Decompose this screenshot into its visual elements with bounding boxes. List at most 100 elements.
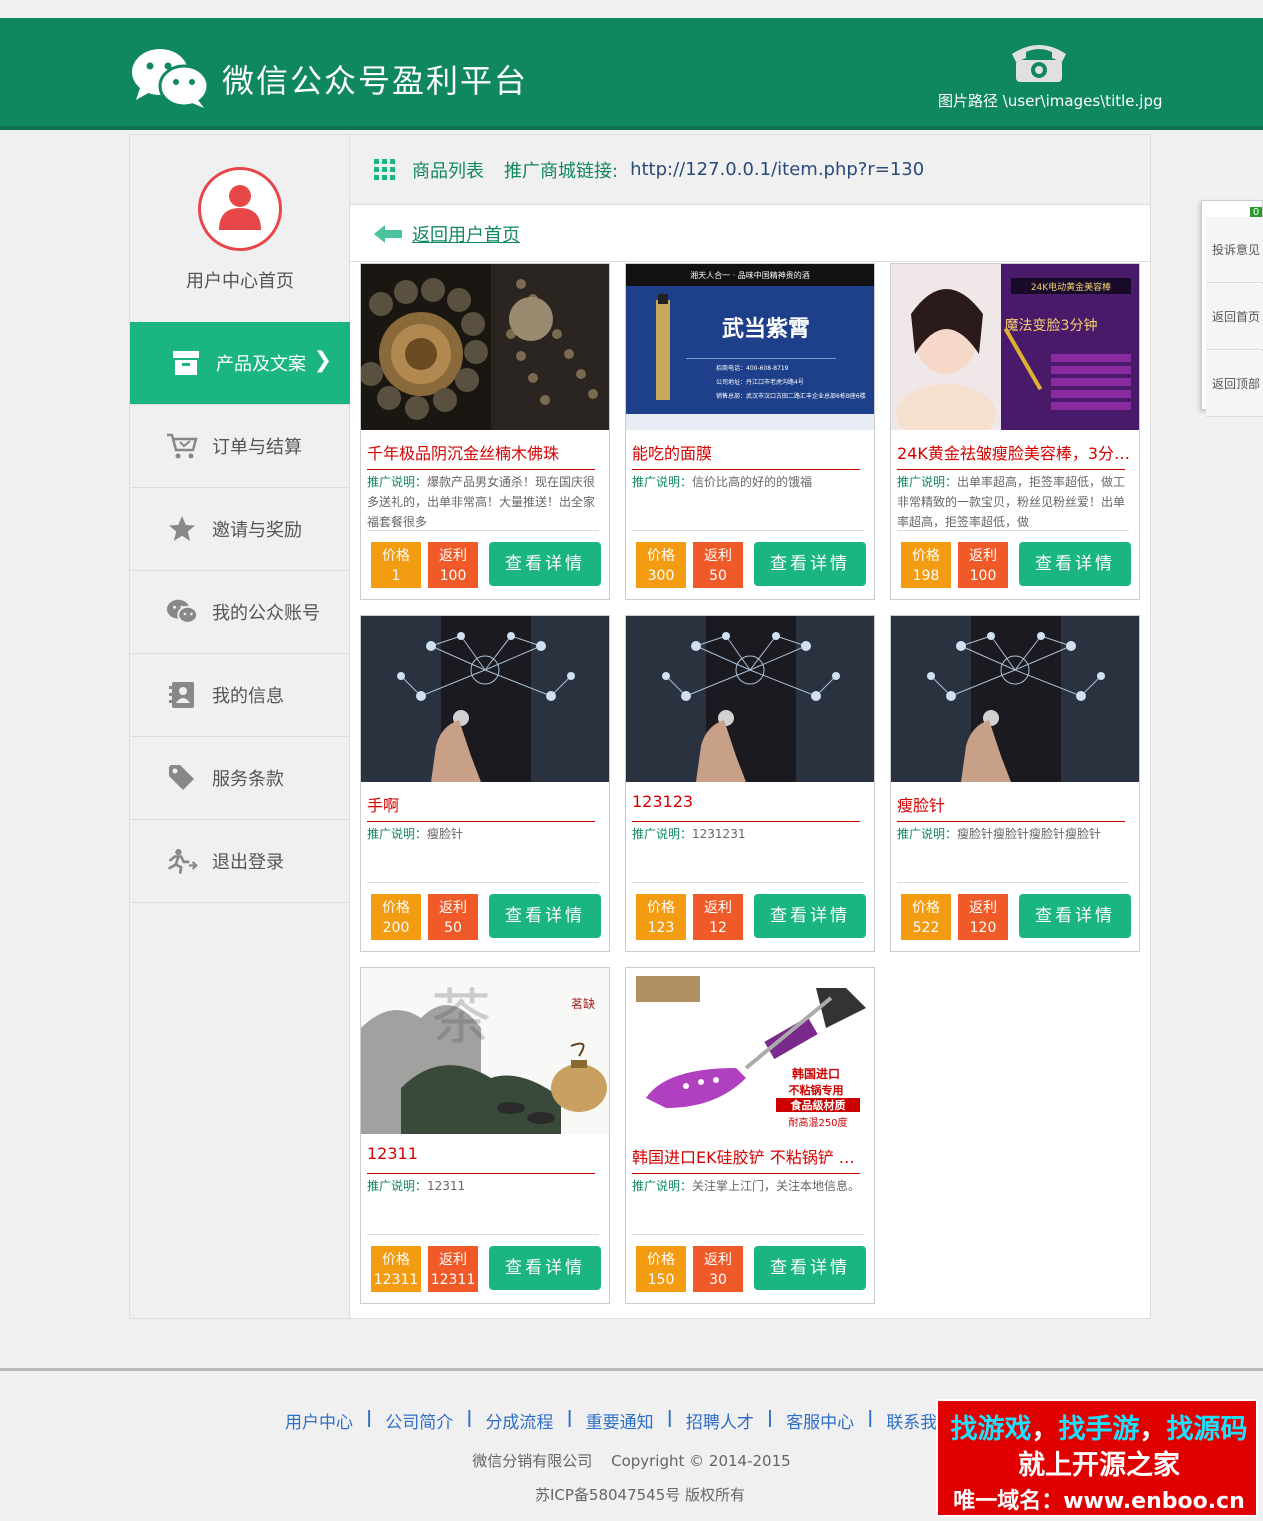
price-label: 价格 — [912, 548, 940, 564]
floating-side-panel: 0 投诉意见 返回首页 返回顶部 — [1201, 200, 1263, 417]
svg-text:食品级材质: 食品级材质 — [791, 1098, 846, 1112]
rebate-value: 100 — [439, 568, 467, 584]
svg-text:招商电话：400-608-8719: 招商电话：400-608-8719 — [716, 364, 789, 372]
product-title[interactable]: 能吃的面膜 — [632, 440, 868, 464]
product-description: 推广说明：1231231 — [632, 824, 868, 884]
description-text: 信价比高的好的的饿福 — [692, 475, 813, 489]
promo-text: 找手游 — [1058, 1414, 1140, 1445]
product-title[interactable]: 24K黄金祛皱瘦脸美容棒，3分钟见证美丽奇迹 — [897, 440, 1133, 464]
avatar[interactable] — [198, 167, 282, 251]
footer-link-user-center[interactable]: 用户中心 — [285, 1408, 353, 1433]
view-details-button[interactable]: 查看详情 — [489, 542, 601, 586]
description-label: 推广说明： — [632, 475, 693, 489]
price-label: 价格 — [382, 1252, 410, 1268]
product-title[interactable]: 韩国进口EK硅胶铲 不粘锅铲 天然硅胶 — [632, 1144, 868, 1168]
footer-separator: | — [867, 1408, 874, 1428]
footer-link-jobs[interactable]: 招聘人才 — [686, 1408, 754, 1433]
rebate-badge: 返利 100 — [428, 542, 478, 588]
rebate-value: 100 — [969, 568, 997, 584]
footer-separator: | — [666, 1408, 673, 1428]
user-home-link[interactable]: 用户中心首页 — [130, 267, 350, 293]
product-title[interactable]: 123123 — [632, 792, 868, 811]
product-image[interactable] — [626, 616, 874, 782]
price-value: 198 — [912, 568, 940, 584]
back-to-user-home-link[interactable]: 返回用户首页 — [412, 221, 520, 247]
title-underline — [897, 821, 1125, 822]
rebate-badge: 返利 50 — [428, 894, 478, 940]
footer-link-service[interactable]: 客服中心 — [786, 1408, 854, 1433]
view-details-button[interactable]: 查看详情 — [754, 894, 866, 938]
sidebar-item-products[interactable]: 产品及文案 ❯ — [130, 322, 350, 405]
card-divider — [632, 882, 864, 883]
sidebar-item-accounts[interactable]: 我的公众账号 — [130, 571, 350, 654]
complaint-button[interactable]: 投诉意见 — [1206, 217, 1263, 283]
product-image[interactable]: 湘天人合一 · 品味中国精神贵的酒 武当紫霄 招商电话：400-608-8719 公司… — [626, 264, 874, 430]
footer-link-notices[interactable]: 重要通知 — [586, 1408, 654, 1433]
title-underline — [367, 821, 595, 822]
product-title[interactable]: 千年极品阴沉金丝楠木佛珠 — [367, 440, 603, 464]
price-badge: 价格 200 — [371, 894, 421, 940]
rebate-badge: 返利 12311 — [428, 1246, 478, 1292]
description-label: 推广说明： — [897, 827, 958, 841]
svg-text:湘天人合一 · 品味中国精神贵的酒: 湘天人合一 · 品味中国精神贵的酒 — [690, 270, 810, 280]
sidebar-item-terms[interactable]: 服务条款 — [130, 737, 350, 820]
back-to-top-button[interactable]: 返回顶部 — [1206, 351, 1263, 417]
grid-icon — [374, 158, 395, 180]
view-details-button[interactable]: 查看详情 — [489, 1246, 601, 1290]
content-area: 商品列表 推广商城链接: http://127.0.0.1/item.php?r… — [350, 135, 1150, 1318]
sidebar-item-label: 退出登录 — [212, 852, 284, 873]
company-name: 微信分销有限公司 — [472, 1452, 593, 1470]
footer-link-commission[interactable]: 分成流程 — [485, 1408, 553, 1433]
title-underline — [367, 469, 595, 470]
price-label: 价格 — [647, 548, 675, 564]
price-label: 价格 — [647, 900, 675, 916]
product-image[interactable] — [891, 616, 1139, 782]
sidebar-item-orders[interactable]: 订单与结算 — [130, 405, 350, 488]
footer-nav: 用户中心 | 公司简介 | 分成流程 | 重要通知 | 招聘人才 | 客服中心 | 联系我们 — [285, 1408, 954, 1433]
product-image[interactable]: 茶茗缺 — [361, 968, 609, 1134]
mall-link-url[interactable]: http://127.0.0.1/item.php?r=130 — [630, 159, 924, 180]
product-title[interactable]: 手啊 — [367, 792, 603, 816]
view-details-button[interactable]: 查看详情 — [489, 894, 601, 938]
back-home-button[interactable]: 返回首页 — [1206, 284, 1263, 350]
product-title[interactable]: 12311 — [367, 1144, 603, 1163]
rebate-value: 12 — [709, 920, 727, 936]
card-divider — [897, 882, 1129, 883]
price-value: 522 — [912, 920, 940, 936]
price-label: 价格 — [647, 1252, 675, 1268]
sidebar-item-invite[interactable]: 邀请与奖励 — [130, 488, 350, 571]
price-badge: 价格 12311 — [371, 1246, 421, 1292]
rebate-value: 50 — [444, 920, 462, 936]
main-container: 用户中心首页 产品及文案 ❯ 订单与结算 邀请与奖励 我的公众账号 我的信息 服… — [129, 134, 1151, 1319]
sidebar-item-label: 产品及文案 — [216, 354, 306, 375]
footer-separator: | — [566, 1408, 573, 1428]
svg-text:茗缺: 茗缺 — [571, 996, 595, 1011]
sidebar-item-logout[interactable]: 退出登录 — [130, 820, 350, 903]
product-image[interactable]: 韩国进口 不粘锅专用 食品级材质 耐高温250度 — [626, 968, 874, 1134]
price-value: 12311 — [373, 1272, 419, 1288]
sidebar-nav: 产品及文案 ❯ 订单与结算 邀请与奖励 我的公众账号 我的信息 服务条款 退出登… — [130, 322, 350, 903]
card-divider — [367, 530, 599, 531]
sidebar-item-profile[interactable]: 我的信息 — [130, 654, 350, 737]
product-image[interactable]: 24K电动黄金美容棒 魔法变脸3分钟 — [891, 264, 1139, 430]
promo-text: ， — [1139, 1414, 1167, 1445]
product-image[interactable] — [361, 264, 609, 430]
product-title[interactable]: 瘦脸针 — [897, 792, 1133, 816]
footer-link-about[interactable]: 公司简介 — [385, 1408, 453, 1433]
price-value: 1 — [391, 568, 401, 584]
product-image[interactable] — [361, 616, 609, 782]
description-text: 瘦脸针 — [427, 827, 464, 841]
description-label: 推广说明： — [632, 827, 693, 841]
promo-banner[interactable]: 找游戏，找手游，找源码 就上开源之家 唯一域名：www.enboo.cn — [936, 1399, 1258, 1517]
description-text: 12311 — [427, 1179, 466, 1193]
view-details-button[interactable]: 查看详情 — [754, 1246, 866, 1290]
card-divider — [632, 530, 864, 531]
product-card: 茶茗缺12311推广说明：12311价格12311返利12311查看详情 — [360, 967, 610, 1304]
view-details-button[interactable]: 查看详情 — [754, 542, 866, 586]
price-value: 300 — [647, 568, 675, 584]
product-description: 推广说明：关注掌上江门，关注本地信息。 — [632, 1176, 868, 1236]
arrow-left-icon — [374, 224, 402, 243]
view-details-button[interactable]: 查看详情 — [1019, 542, 1131, 586]
view-details-button[interactable]: 查看详情 — [1019, 894, 1131, 938]
svg-text:武当紫霄: 武当紫霄 — [722, 316, 810, 342]
